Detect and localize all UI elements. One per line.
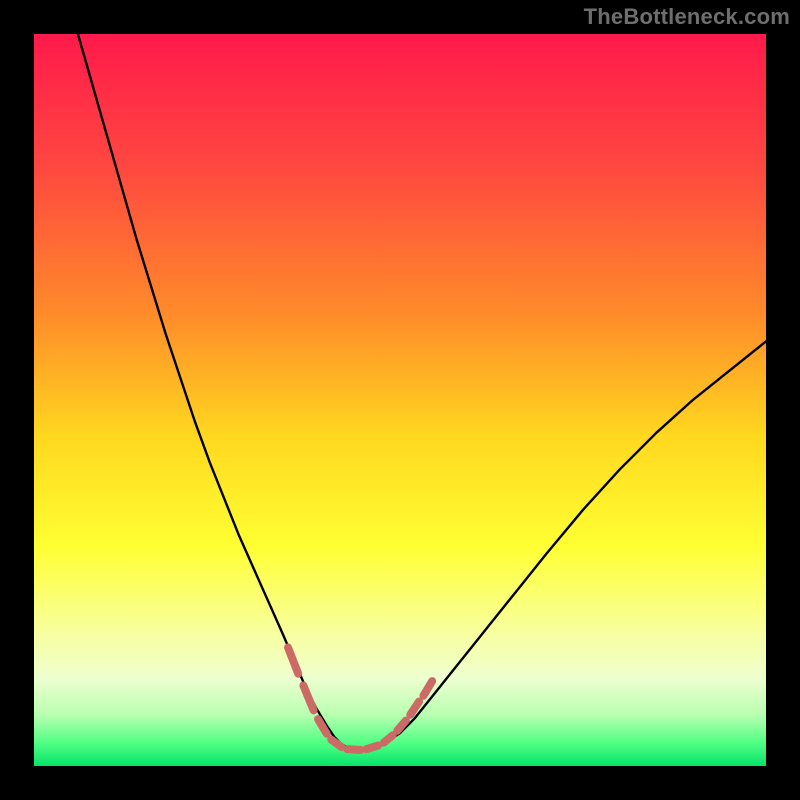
plot-background [34,34,766,766]
highlight-dash [384,735,393,742]
highlight-dash [366,746,378,750]
watermark-text: TheBottleneck.com [584,4,790,30]
chart-stage: { "watermark": { "text": "TheBottleneck.… [0,0,800,800]
chart-svg [0,0,800,800]
highlight-dash [347,749,360,750]
